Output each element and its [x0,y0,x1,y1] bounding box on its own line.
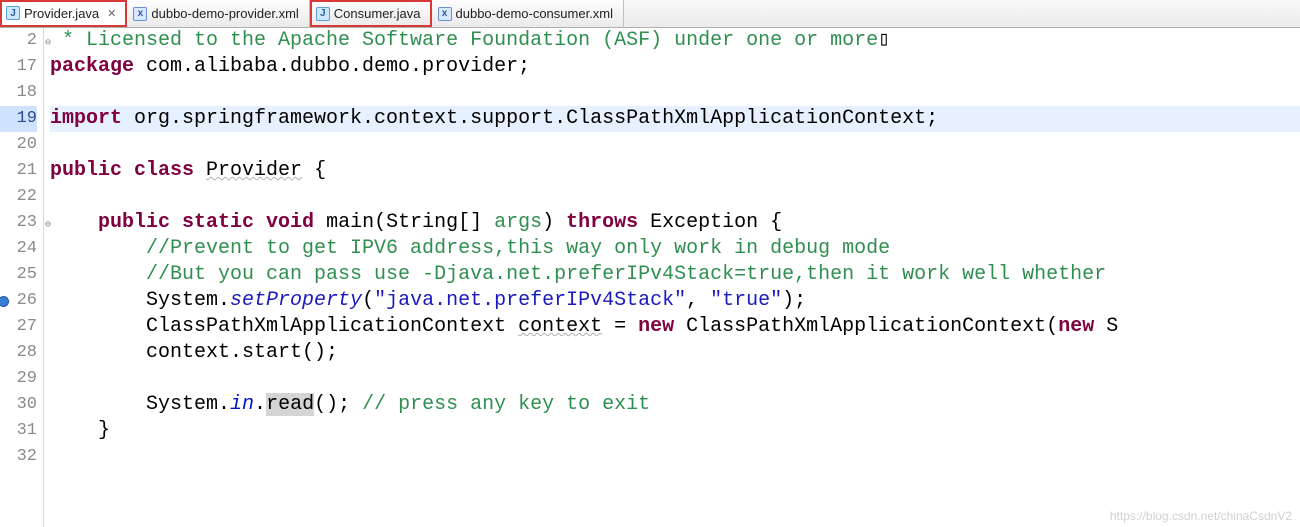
code-token: ClassPathXmlApplicationContext( [674,315,1058,338]
code-token: { [302,159,326,182]
code-token: read [266,393,314,416]
code-line: System.setProperty("java.net.preferIPv4S… [50,288,1300,314]
code-line: } [50,418,1300,444]
java-file-icon: J [6,6,20,20]
line-number[interactable]: 2 [0,28,37,54]
line-number[interactable]: 26 [0,288,37,314]
code-line: import org.springframework.context.suppo… [50,106,1300,132]
code-token: public static void [98,211,314,234]
line-number-gutter: 217181920212223242526272829303132 [0,28,44,527]
line-number[interactable]: 17 [0,54,37,80]
editor-tab[interactable]: J Consumer.java [310,0,432,27]
xml-file-icon: x [133,7,147,21]
code-token: com.alibaba.dubbo.demo.provider; [134,55,530,78]
line-number[interactable]: 27 [0,314,37,340]
code-token: = [602,315,638,338]
code-token: new [1058,315,1094,338]
line-number[interactable]: 21 [0,158,37,184]
code-token: (); [314,393,362,416]
code-line [50,80,1300,106]
code-token: //Prevent to get IPV6 address,this way o… [146,237,890,260]
code-token: System. [50,289,230,312]
code-line: public static void main(String[] args) t… [50,210,1300,236]
line-number[interactable]: 24 [0,236,37,262]
code-token: ClassPathXmlApplicationContext [50,315,518,338]
java-file-icon: J [316,7,330,21]
code-token: context.start(); [50,341,338,364]
code-token: org.springframework.context.support.Clas… [122,107,938,130]
editor-tab[interactable]: x dubbo-demo-provider.xml [127,0,309,27]
code-token [50,263,146,286]
code-line [50,132,1300,158]
xml-file-icon: x [438,7,452,21]
code-line [50,184,1300,210]
code-editor: 217181920212223242526272829303132 * Lice… [0,28,1300,527]
code-token: } [50,419,110,442]
code-token: throws [566,211,638,234]
code-token: Provider [206,159,302,182]
code-token: args [494,211,542,234]
code-line: System.in.read(); // press any key to ex… [50,392,1300,418]
code-token: //But you can pass use -Djava.net.prefer… [146,263,1106,286]
tab-label: dubbo-demo-provider.xml [151,6,298,21]
editor-tab-bar: J Provider.java ✕ x dubbo-demo-provider.xml J… [0,0,1300,28]
line-number[interactable]: 23 [0,210,37,236]
code-line [50,366,1300,392]
tab-label: dubbo-demo-consumer.xml [456,6,614,21]
line-number[interactable]: 22 [0,184,37,210]
code-token: ) [542,211,566,234]
tab-label: Provider.java [24,6,99,21]
line-number[interactable]: 31 [0,418,37,444]
line-number[interactable]: 18 [0,80,37,106]
code-line: * Licensed to the Apache Software Founda… [50,28,1300,54]
tab-label: Consumer.java [334,6,421,21]
code-token: System. [50,393,230,416]
code-token: in [230,393,254,416]
code-token: ▯ [878,29,890,52]
editor-tab[interactable]: x dubbo-demo-consumer.xml [432,0,625,27]
line-number[interactable]: 32 [0,444,37,470]
line-number[interactable]: 25 [0,262,37,288]
code-token: ); [782,289,806,312]
code-token: . [254,393,266,416]
code-token [50,211,98,234]
code-token: ( [362,289,374,312]
close-icon[interactable]: ✕ [107,7,116,20]
code-token: new [638,315,674,338]
code-line [50,444,1300,470]
code-line: //But you can pass use -Djava.net.prefer… [50,262,1300,288]
code-token: , [686,289,710,312]
editor-tab[interactable]: J Provider.java ✕ [0,0,127,27]
code-token: "true" [710,289,782,312]
code-token: package [50,55,134,78]
code-area[interactable]: * Licensed to the Apache Software Founda… [44,28,1300,527]
code-token [50,237,146,260]
code-line: package com.alibaba.dubbo.demo.provider; [50,54,1300,80]
line-number[interactable]: 20 [0,132,37,158]
code-line: context.start(); [50,340,1300,366]
line-number[interactable]: 28 [0,340,37,366]
code-token: import [50,107,122,130]
code-token: // press any key to exit [362,393,650,416]
code-token: Exception { [638,211,782,234]
code-line: public class Provider { [50,158,1300,184]
code-token: S [1094,315,1118,338]
code-token: public class [50,159,194,182]
code-token: main(String[] [314,211,494,234]
code-token: setProperty [230,289,362,312]
code-line: ClassPathXmlApplicationContext context =… [50,314,1300,340]
line-number[interactable]: 29 [0,366,37,392]
code-token: context [518,315,602,338]
code-token: * Licensed to the Apache Software Founda… [50,29,878,52]
line-number[interactable]: 19 [0,106,37,132]
line-number[interactable]: 30 [0,392,37,418]
code-line: //Prevent to get IPV6 address,this way o… [50,236,1300,262]
code-token [194,159,206,182]
code-token: "java.net.preferIPv4Stack" [374,289,686,312]
